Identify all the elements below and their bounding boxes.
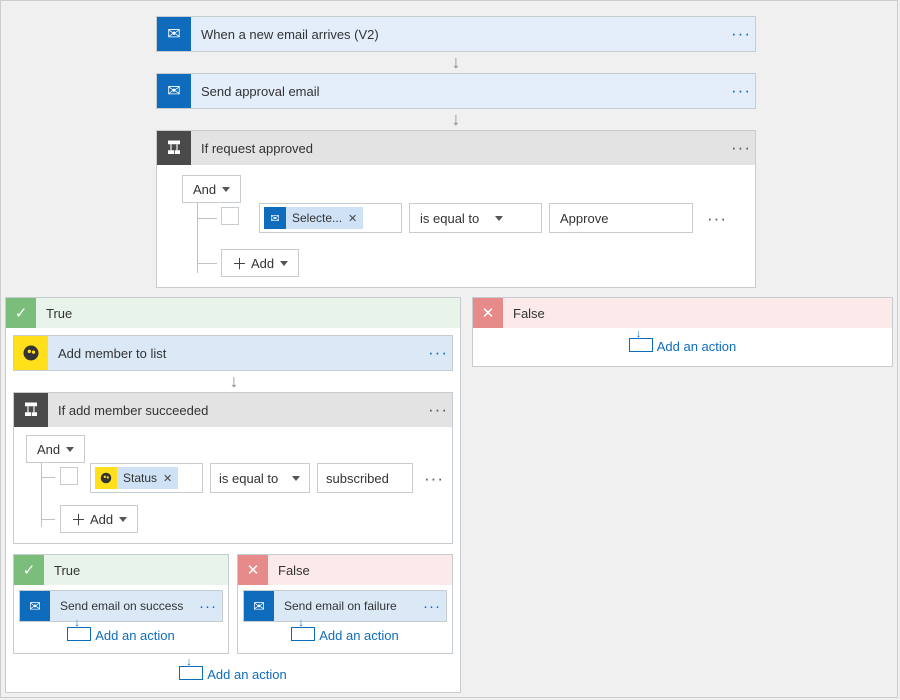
true-label: True	[36, 306, 72, 321]
operand-value-text: subscribed	[318, 471, 397, 486]
row-checkbox[interactable]	[60, 467, 78, 485]
condition-operator[interactable]: is equal to	[210, 463, 310, 493]
logic-selector[interactable]: And	[182, 175, 241, 203]
inner-true-label: True	[44, 563, 80, 578]
add-action-label: Add an action	[207, 667, 287, 682]
add-member-card[interactable]: Add member to list ···	[13, 335, 453, 371]
more-icon[interactable]: ···	[194, 598, 222, 615]
more-icon[interactable]: ···	[424, 343, 452, 363]
trigger-title: When a new email arrives (V2)	[191, 27, 727, 42]
operator-text: is equal to	[410, 211, 489, 226]
check-icon: ✓	[14, 555, 44, 585]
plus-icon: ＋	[71, 509, 86, 530]
operand-tag-text: Selecte...	[292, 211, 342, 225]
more-icon[interactable]: ···	[727, 81, 755, 101]
condition-if-member-succeeded: If add member succeeded ··· And Status✕ …	[13, 392, 453, 544]
operator-text: is equal to	[211, 471, 286, 486]
add-action-button[interactable]: Add an action	[6, 656, 460, 692]
condition-operand-right[interactable]: Approve	[549, 203, 693, 233]
condition-icon	[14, 393, 48, 427]
remove-tag-icon[interactable]: ✕	[163, 472, 172, 485]
more-icon[interactable]: ···	[418, 598, 446, 615]
outlook-icon: ✉	[157, 17, 191, 51]
add-row-button[interactable]: ＋ Add	[60, 505, 138, 533]
condition2-title: If add member succeeded	[48, 403, 424, 418]
condition-operand-left[interactable]: Status ✕	[90, 463, 203, 493]
add-action-label: Add an action	[657, 339, 737, 354]
add-action-button[interactable]: Add an action	[473, 328, 892, 364]
inner-true-branch: ✓ True ✉ Send email on success ··· Add a…	[13, 554, 229, 654]
condition-operand-right[interactable]: subscribed	[317, 463, 413, 493]
add-action-label: Add an action	[319, 628, 399, 643]
row-more-icon[interactable]: ···	[703, 209, 731, 229]
inner-false-branch: ✕ False ✉ Send email on failure ··· Add …	[237, 554, 453, 654]
check-icon: ✓	[6, 298, 36, 328]
more-icon[interactable]: ···	[424, 400, 452, 420]
add-member-title: Add member to list	[48, 346, 424, 361]
condition-title: If request approved	[191, 141, 727, 156]
add-action-button[interactable]: Add an action	[14, 617, 228, 653]
remove-tag-icon[interactable]: ✕	[348, 212, 357, 225]
arrow-down-icon: ↓	[452, 109, 461, 130]
more-icon[interactable]: ···	[727, 138, 755, 158]
close-icon: ✕	[473, 298, 503, 328]
add-label: Add	[251, 256, 274, 271]
mailchimp-icon	[95, 467, 117, 489]
inner-false-label: False	[268, 563, 310, 578]
add-action-button[interactable]: Add an action	[238, 617, 452, 653]
add-label: Add	[90, 512, 113, 527]
send-success-title: Send email on success	[50, 599, 194, 613]
arrow-down-icon: ↓	[230, 371, 239, 392]
condition-operator[interactable]: is equal to	[409, 203, 542, 233]
condition-icon	[157, 131, 191, 165]
close-icon: ✕	[238, 555, 268, 585]
row-checkbox[interactable]	[221, 207, 239, 225]
row-more-icon[interactable]: ···	[420, 469, 448, 489]
outlook-icon: ✉	[264, 207, 286, 229]
arrow-down-icon: ↓	[452, 52, 461, 73]
add-action-icon	[629, 338, 651, 354]
true-branch: ✓ True Add member to list ··· ↓ If add m…	[5, 297, 461, 693]
outlook-icon: ✉	[157, 74, 191, 108]
approval-card[interactable]: ✉ Send approval email ···	[156, 73, 756, 109]
false-label: False	[503, 306, 545, 321]
more-icon[interactable]: ···	[727, 24, 755, 44]
condition-if-approved: If request approved ··· And ✉ Selecte... ✕…	[156, 130, 756, 288]
add-action-icon	[291, 627, 313, 643]
approval-title: Send approval email	[191, 84, 727, 99]
mailchimp-icon	[14, 336, 48, 370]
trigger-card[interactable]: ✉ When a new email arrives (V2) ···	[156, 16, 756, 52]
add-action-label: Add an action	[95, 628, 175, 643]
add-action-icon	[179, 666, 201, 682]
add-action-icon	[67, 627, 89, 643]
add-row-button[interactable]: ＋ Add	[221, 249, 299, 277]
condition-operand-left[interactable]: ✉ Selecte... ✕	[259, 203, 402, 233]
operand-value-text: Approve	[550, 211, 618, 226]
false-branch: ✕ False Add an action	[472, 297, 893, 367]
plus-icon: ＋	[232, 253, 247, 274]
operand-tag-text: Status	[123, 471, 157, 485]
send-failure-title: Send email on failure	[274, 599, 418, 613]
logic-selector[interactable]: And	[26, 435, 85, 463]
